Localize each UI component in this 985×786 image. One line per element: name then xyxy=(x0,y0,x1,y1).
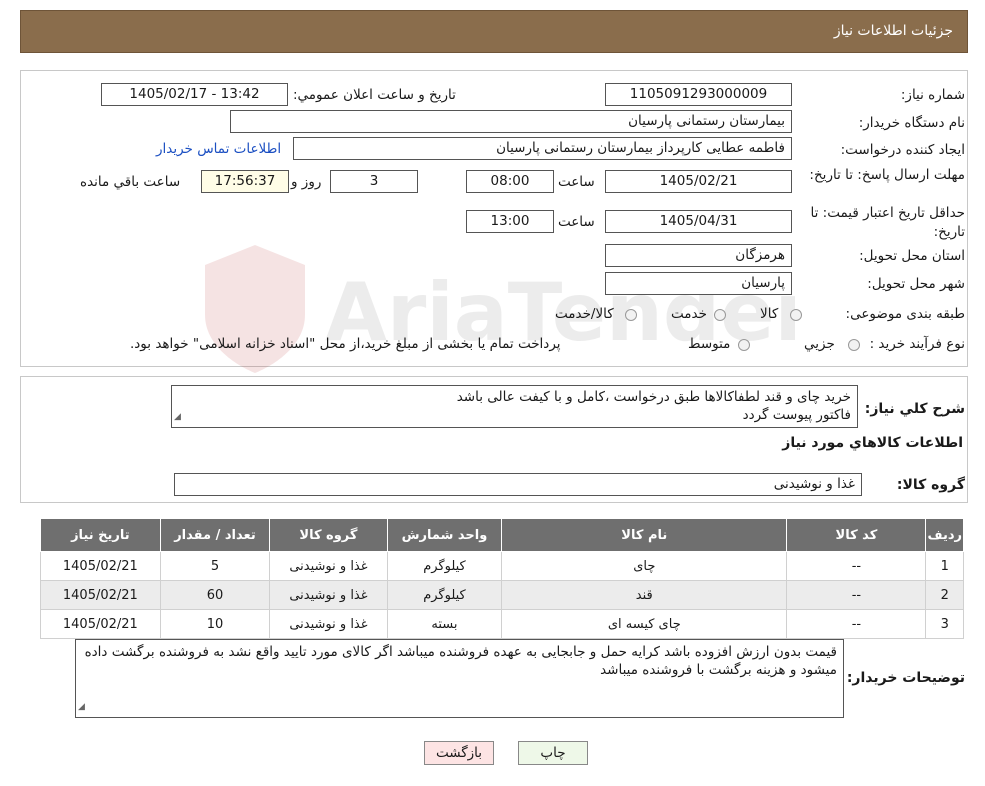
deadline-label: مهلت ارسال پاسخ: تا تاریخ: xyxy=(809,167,965,183)
page-header: جزئیات اطلاعات نیاز xyxy=(20,10,968,53)
category-option-goods: کالا xyxy=(760,306,779,322)
category-option-goods-service: کالا/خدمت xyxy=(555,306,614,322)
description-line-1: خرید چای و قند لطفاکالاها طبق درخواست ،ک… xyxy=(456,389,851,405)
col-unit: واحد شمارش xyxy=(386,518,503,552)
need-number-label: شماره نیاز: xyxy=(900,87,965,103)
process-note: پرداخت تمام یا بخشی از مبلغ خرید،از محل … xyxy=(130,336,561,352)
buyer-notes-textarea[interactable]: قیمت بدون ارزش افزوده باشد کرایه حمل و ج… xyxy=(75,639,844,718)
process-radio-medium[interactable] xyxy=(738,339,750,351)
buyer-org-label: نام دستگاه خريدار: xyxy=(858,115,965,131)
cell-need-date: 1405/02/21 xyxy=(40,609,161,639)
need-number-field: 1105091293000009 xyxy=(605,83,792,106)
process-option-minor: جزيي xyxy=(804,336,835,352)
cell-group: غذا و نوشیدنی xyxy=(269,580,388,610)
cell-item-name: قند xyxy=(501,580,788,610)
deadline-hour-label: ساعت xyxy=(558,174,595,190)
page-title: جزئیات اطلاعات نیاز xyxy=(833,23,953,39)
print-button[interactable]: چاپ xyxy=(518,741,588,765)
buyer-org-field: بیمارستان رستمانی پارسیان xyxy=(230,110,792,133)
cell-unit: کیلوگرم xyxy=(386,580,503,610)
buyer-contact-link[interactable]: اطلاعات تماس خريدار xyxy=(156,141,281,157)
cell-item-code: -- xyxy=(786,609,927,639)
process-radio-minor[interactable] xyxy=(848,339,860,351)
cell-quantity: 60 xyxy=(159,580,271,610)
goods-group-label: گروه کالا: xyxy=(896,477,965,493)
process-option-medium: متوسط xyxy=(688,336,731,352)
cell-row-number: 2 xyxy=(925,580,964,610)
col-need-date: تاريخ نياز xyxy=(40,518,161,552)
table-row: 3 -- چای کیسه ای بسته غذا و نوشیدنی 10 1… xyxy=(40,609,964,639)
cell-group: غذا و نوشیدنی xyxy=(269,551,388,581)
cell-item-code: -- xyxy=(786,580,927,610)
goods-section-title: اطلاعات كالاهاي مورد نياز xyxy=(782,435,963,451)
category-radio-goods[interactable] xyxy=(790,309,802,321)
city-label: شهر محل تحويل: xyxy=(867,276,965,292)
deadline-date-field: 1405/02/21 xyxy=(605,170,792,193)
description-label: شرح كلي نياز: xyxy=(864,401,965,417)
cell-row-number: 1 xyxy=(925,551,964,581)
goods-group-field: غذا و نوشیدنی xyxy=(174,473,862,496)
remaining-time-field: 17:56:37 xyxy=(201,170,289,193)
days-field: 3 xyxy=(330,170,418,193)
creator-label: ايجاد كننده درخواست: xyxy=(840,142,965,158)
validity-time-field: 13:00 xyxy=(466,210,554,233)
resize-grip-icon[interactable]: ◢ xyxy=(174,408,181,426)
cell-quantity: 10 xyxy=(159,609,271,639)
province-field: هرمزگان xyxy=(605,244,792,267)
col-group: گروه كالا xyxy=(269,518,388,552)
cell-unit: کیلوگرم xyxy=(386,551,503,581)
category-label: طبقه بندی موضوعی: xyxy=(845,306,965,322)
col-item-name: نام كالا xyxy=(501,518,788,552)
category-radio-goods-service[interactable] xyxy=(625,309,637,321)
goods-table: رديف كد كالا نام كالا واحد شمارش گروه كا… xyxy=(40,518,964,639)
process-label: نوع فرآيند خريد : xyxy=(869,336,965,352)
province-label: استان محل تحويل: xyxy=(859,248,965,264)
category-option-service: خدمت xyxy=(671,306,707,322)
announce-field: 1405/02/17 - 13:42 xyxy=(101,83,288,106)
cell-quantity: 5 xyxy=(159,551,271,581)
remaining-label: ساعت باقي مانده xyxy=(80,174,181,190)
category-radio-service[interactable] xyxy=(714,309,726,321)
validity-hour-label: ساعت xyxy=(558,214,595,230)
buyer-notes-text: قیمت بدون ارزش افزوده باشد کرایه حمل و ج… xyxy=(84,644,837,678)
validity-label: حداقل تاريخ اعتبار قيمت: تا تاریخ: xyxy=(810,205,965,240)
description-line-2: فاکتور پیوست گردد xyxy=(742,407,851,423)
announce-label: تاریخ و ساعت اعلان عمومي: xyxy=(293,87,456,103)
table-row: 2 -- قند کیلوگرم غذا و نوشیدنی 60 1405/0… xyxy=(40,580,964,610)
days-label: روز و xyxy=(291,174,322,190)
buyer-notes-label: توضيحات خريدار: xyxy=(846,670,965,686)
table-row: 1 -- چای کیلوگرم غذا و نوشیدنی 5 1405/02… xyxy=(40,551,964,581)
col-item-code: كد كالا xyxy=(786,518,927,552)
cell-group: غذا و نوشیدنی xyxy=(269,609,388,639)
cell-unit: بسته xyxy=(386,609,503,639)
col-row-number: رديف xyxy=(925,518,964,552)
description-textarea[interactable]: خرید چای و قند لطفاکالاها طبق درخواست ،ک… xyxy=(171,385,858,428)
validity-date-field: 1405/04/31 xyxy=(605,210,792,233)
col-quantity: تعداد / مقدار xyxy=(159,518,271,552)
back-button[interactable]: بازگشت xyxy=(424,741,494,765)
cell-row-number: 3 xyxy=(925,609,964,639)
cell-need-date: 1405/02/21 xyxy=(40,551,161,581)
cell-item-name: چای xyxy=(501,551,788,581)
city-field: پارسیان xyxy=(605,272,792,295)
cell-item-code: -- xyxy=(786,551,927,581)
cell-item-name: چای کیسه ای xyxy=(501,609,788,639)
resize-grip-icon[interactable]: ◢ xyxy=(78,698,85,716)
cell-need-date: 1405/02/21 xyxy=(40,580,161,610)
goods-table-header: رديف كد كالا نام كالا واحد شمارش گروه كا… xyxy=(40,518,964,552)
creator-field: فاطمه عطایی کارپرداز بیمارستان رستمانی پ… xyxy=(293,137,792,160)
deadline-time-field: 08:00 xyxy=(466,170,554,193)
